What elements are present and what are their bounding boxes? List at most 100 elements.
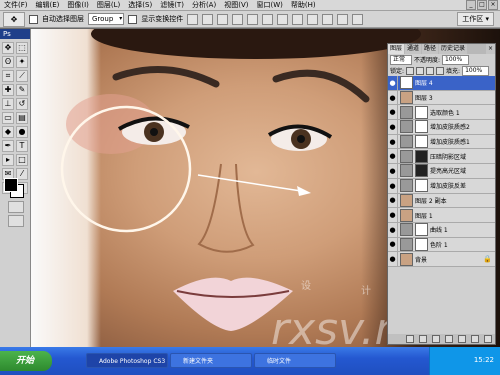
align-left-icon[interactable]: [232, 13, 244, 25]
layer-row[interactable]: ● 图层 4: [388, 75, 495, 91]
screen-mode-icon[interactable]: [8, 215, 24, 227]
history-brush-tool-icon[interactable]: ↺: [16, 98, 28, 110]
align-center-icon[interactable]: [247, 13, 259, 25]
layer-row[interactable]: ● 选取颜色 1: [388, 105, 495, 121]
maximize-button[interactable]: □: [477, 0, 487, 10]
align-bottom-icon[interactable]: [217, 13, 229, 25]
close-button[interactable]: ×: [488, 0, 498, 10]
distribute-bottom-icon[interactable]: [307, 13, 319, 25]
layer-row[interactable]: ● 增加皮肤质感2: [388, 119, 495, 135]
menu-edit[interactable]: 编辑(E): [32, 0, 64, 10]
quick-mask-icon[interactable]: [8, 201, 24, 213]
layer-row[interactable]: ● 图层 1: [388, 208, 495, 223]
eye-icon[interactable]: ●: [388, 163, 398, 178]
distribute-top-icon[interactable]: [277, 13, 289, 25]
panel-close-button[interactable]: ×: [485, 44, 495, 54]
type-tool-icon[interactable]: T: [16, 140, 28, 152]
menu-filter[interactable]: 滤镜(T): [156, 0, 188, 10]
clone-stamp-tool-icon[interactable]: ⊥: [2, 98, 14, 110]
foreground-color-swatch[interactable]: [4, 178, 18, 192]
tab-paths[interactable]: 路径: [422, 44, 439, 54]
blur-tool-icon[interactable]: ◆: [2, 126, 14, 138]
auto-select-checkbox[interactable]: [29, 14, 38, 24]
taskbar-new-folder-button[interactable]: 新建文件夹: [170, 353, 252, 368]
eye-icon[interactable]: ●: [388, 149, 398, 164]
eye-icon[interactable]: ●: [388, 119, 398, 134]
eye-icon[interactable]: ●: [388, 178, 398, 193]
distribute-right-icon[interactable]: [352, 13, 364, 25]
layer-row[interactable]: ● 提亮高光区域: [388, 163, 495, 179]
new-adjustment-icon[interactable]: [445, 335, 453, 343]
layer-style-icon[interactable]: [419, 335, 427, 343]
lock-transparent-icon[interactable]: [406, 66, 415, 75]
eye-icon[interactable]: ●: [388, 252, 398, 267]
opacity-field[interactable]: 100%: [442, 54, 470, 65]
eye-icon[interactable]: ●: [388, 134, 398, 149]
menu-help[interactable]: 帮助(H): [287, 0, 320, 10]
layer-row[interactable]: ● 图层 3: [388, 90, 495, 106]
eye-icon[interactable]: ●: [388, 237, 398, 252]
slice-tool-icon[interactable]: ⟋: [16, 70, 28, 82]
tab-channels[interactable]: 通道: [405, 44, 422, 54]
menu-select[interactable]: 选择(S): [124, 0, 156, 10]
delete-layer-icon[interactable]: [484, 335, 492, 343]
lock-all-icon[interactable]: [436, 66, 445, 75]
gradient-tool-icon[interactable]: ▤: [16, 112, 28, 124]
eye-icon[interactable]: ●: [388, 208, 398, 223]
new-layer-icon[interactable]: [471, 335, 479, 343]
menu-file[interactable]: 文件(F): [0, 0, 32, 10]
layer-row[interactable]: ● 图层 2 副本: [388, 193, 495, 209]
magic-wand-tool-icon[interactable]: ✦: [16, 56, 28, 68]
align-middle-icon[interactable]: [202, 13, 214, 25]
taskbar-temp-files-button[interactable]: 临时文件: [254, 353, 336, 368]
layer-row[interactable]: ● 压暗阴影区域: [388, 149, 495, 165]
eye-icon[interactable]: ●: [388, 75, 398, 90]
marquee-tool-icon[interactable]: ⬚: [16, 42, 28, 54]
link-layers-icon[interactable]: [406, 335, 414, 343]
align-right-icon[interactable]: [262, 13, 274, 25]
blend-mode-select[interactable]: 正常: [390, 54, 413, 65]
distribute-middle-icon[interactable]: [292, 13, 304, 25]
taskbar-photoshop-button[interactable]: Adobe Photoshop CS3: [86, 353, 168, 368]
tab-layers[interactable]: 图层: [388, 44, 405, 54]
shape-tool-icon[interactable]: □: [16, 154, 28, 166]
minimize-button[interactable]: _: [466, 0, 476, 10]
move-tool-preset-icon[interactable]: ✥: [3, 11, 25, 27]
eraser-tool-icon[interactable]: ▭: [2, 112, 14, 124]
path-selection-tool-icon[interactable]: ▸: [2, 154, 14, 166]
pen-tool-icon[interactable]: ✒: [2, 140, 14, 152]
new-group-icon[interactable]: [458, 335, 466, 343]
align-top-icon[interactable]: [187, 13, 199, 25]
lasso-tool-icon[interactable]: ʘ: [2, 56, 14, 68]
menu-view[interactable]: 视图(V): [220, 0, 252, 10]
eye-icon[interactable]: ●: [388, 222, 398, 237]
layer-row[interactable]: ● 色阶 1: [388, 237, 495, 253]
dodge-tool-icon[interactable]: ●: [16, 126, 28, 138]
auto-select-dropdown[interactable]: Group: [88, 13, 125, 25]
distribute-center-icon[interactable]: [337, 13, 349, 25]
workspace-button[interactable]: 工作区 ▾: [457, 12, 494, 26]
healing-brush-tool-icon[interactable]: ✚: [2, 84, 14, 96]
start-button[interactable]: 开始: [0, 351, 52, 371]
lock-position-icon[interactable]: [426, 66, 435, 75]
tab-history[interactable]: 历史记录: [439, 44, 468, 54]
menu-analysis[interactable]: 分析(A): [188, 0, 220, 10]
layer-row[interactable]: ● 增加皮肤质感1: [388, 134, 495, 150]
crop-tool-icon[interactable]: ⌗: [2, 70, 14, 82]
add-mask-icon[interactable]: [432, 335, 440, 343]
show-transform-checkbox[interactable]: [128, 14, 138, 24]
distribute-left-icon[interactable]: [322, 13, 334, 25]
layer-row[interactable]: ● 增加皮肤反差: [388, 178, 495, 194]
layer-row[interactable]: ● 曲线 1: [388, 222, 495, 238]
brush-tool-icon[interactable]: ✎: [16, 84, 28, 96]
menu-window[interactable]: 窗口(W): [252, 0, 286, 10]
fill-field[interactable]: 100%: [462, 65, 490, 76]
eye-icon[interactable]: ●: [388, 193, 398, 208]
eye-icon[interactable]: ●: [388, 105, 398, 120]
lock-image-icon[interactable]: [416, 66, 425, 75]
menu-layer[interactable]: 图层(L): [93, 0, 124, 10]
move-tool-icon[interactable]: ✥: [2, 42, 14, 54]
eye-icon[interactable]: ●: [388, 90, 398, 105]
menu-image[interactable]: 图像(I): [63, 0, 93, 10]
layer-row[interactable]: ● 背景 🔒: [388, 252, 495, 267]
